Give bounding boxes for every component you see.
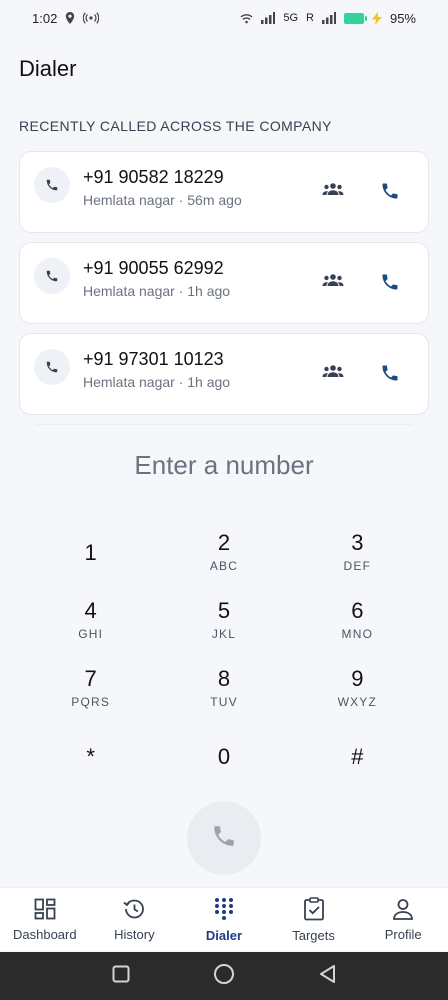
key-1[interactable]: 1 [24,528,157,596]
group-icon[interactable] [322,273,344,292]
key-7[interactable]: 7 PQRS [24,664,157,732]
call-icon[interactable] [380,272,400,297]
key-8[interactable]: 8 TUV [157,664,290,732]
call-button[interactable] [187,801,261,875]
key-hash[interactable]: # [291,732,424,800]
group-icon[interactable] [322,182,344,201]
back-icon[interactable] [318,964,336,989]
roaming-indicator: R [306,12,314,24]
history-icon [122,898,146,923]
charging-icon [371,11,382,25]
nav-dashboard[interactable]: Dashboard [0,898,89,942]
page-title: Dialer [19,56,77,81]
number-input[interactable]: Enter a number [0,450,448,481]
recent-call-number: +91 97301 10123 [83,349,224,369]
wifi-calling-icon [240,12,253,24]
signal-icon [261,12,276,24]
recent-calls-list: +91 90582 18229 Hemlata nagar · 56m ago … [19,151,429,424]
key-3[interactable]: 3 DEF [291,528,424,596]
key-star[interactable]: * [24,732,157,800]
hotspot-icon [83,12,100,24]
nav-label: Dashboard [12,926,77,942]
key-0[interactable]: 0 [157,732,290,800]
status-bar: 1:02 5G R 95% [0,0,448,36]
nav-label: History [114,926,155,942]
group-icon[interactable] [322,364,344,383]
nav-targets[interactable]: Targets [269,896,358,943]
recent-section-label: RECENTLY CALLED ACROSS THE COMPANY [19,118,332,134]
recent-call-subtitle: Hemlata nagar · 56m ago [83,192,242,208]
key-6[interactable]: 6 MNO [291,596,424,664]
nav-label: Dialer [205,927,243,943]
person-icon [392,898,414,923]
recent-call-number: +91 90055 62992 [83,258,224,278]
key-2[interactable]: 2 ABC [157,528,290,596]
divider [36,424,412,425]
clipboard-check-icon [303,896,325,924]
recent-call-subtitle: Hemlata nagar · 1h ago [83,283,231,299]
phone-icon [34,349,70,385]
nav-history[interactable]: History [90,898,179,942]
home-icon[interactable] [213,963,235,990]
recents-icon[interactable] [112,965,130,988]
status-time: 1:02 [32,10,58,26]
recent-call-card[interactable]: +91 90582 18229 Hemlata nagar · 56m ago [19,151,429,233]
dialpad: 1 2 ABC 3 DEF 4 GHI 5 JKL 6 MNO 7 PQRS 8 TUV 9W… [24,528,424,800]
recent-call-subtitle: Hemlata nagar · 1h ago [83,374,231,390]
dashboard-icon [34,898,56,923]
phone-icon [211,823,237,854]
key-5[interactable]: 5 JKL [157,596,290,664]
nav-label: Profile [384,926,422,942]
call-icon[interactable] [380,363,400,388]
bottom-nav: Dashboard History Dialer Targets Profile [0,887,448,951]
phone-icon [34,258,70,294]
signal-icon-2 [321,12,336,24]
location-icon [65,12,75,24]
nav-label: Targets [292,927,335,943]
call-icon[interactable] [380,181,400,206]
battery-percent: 95% [389,10,416,26]
key-4[interactable]: 4 GHI [24,596,157,664]
nav-dialer[interactable]: Dialer [179,897,268,943]
key-9[interactable]: 9 WXYZ [291,664,424,732]
phone-icon [34,167,70,203]
network-type: 5G [283,12,299,24]
dialpad-icon [213,897,235,924]
recent-call-number: +91 90582 18229 [83,167,224,187]
system-nav-bar [0,952,448,1000]
battery-icon [343,12,367,24]
recent-call-card[interactable]: +91 90055 62992 Hemlata nagar · 1h ago [19,242,429,324]
nav-profile[interactable]: Profile [359,898,448,942]
recent-call-card[interactable]: +91 97301 10123 Hemlata nagar · 1h ago [19,333,429,415]
